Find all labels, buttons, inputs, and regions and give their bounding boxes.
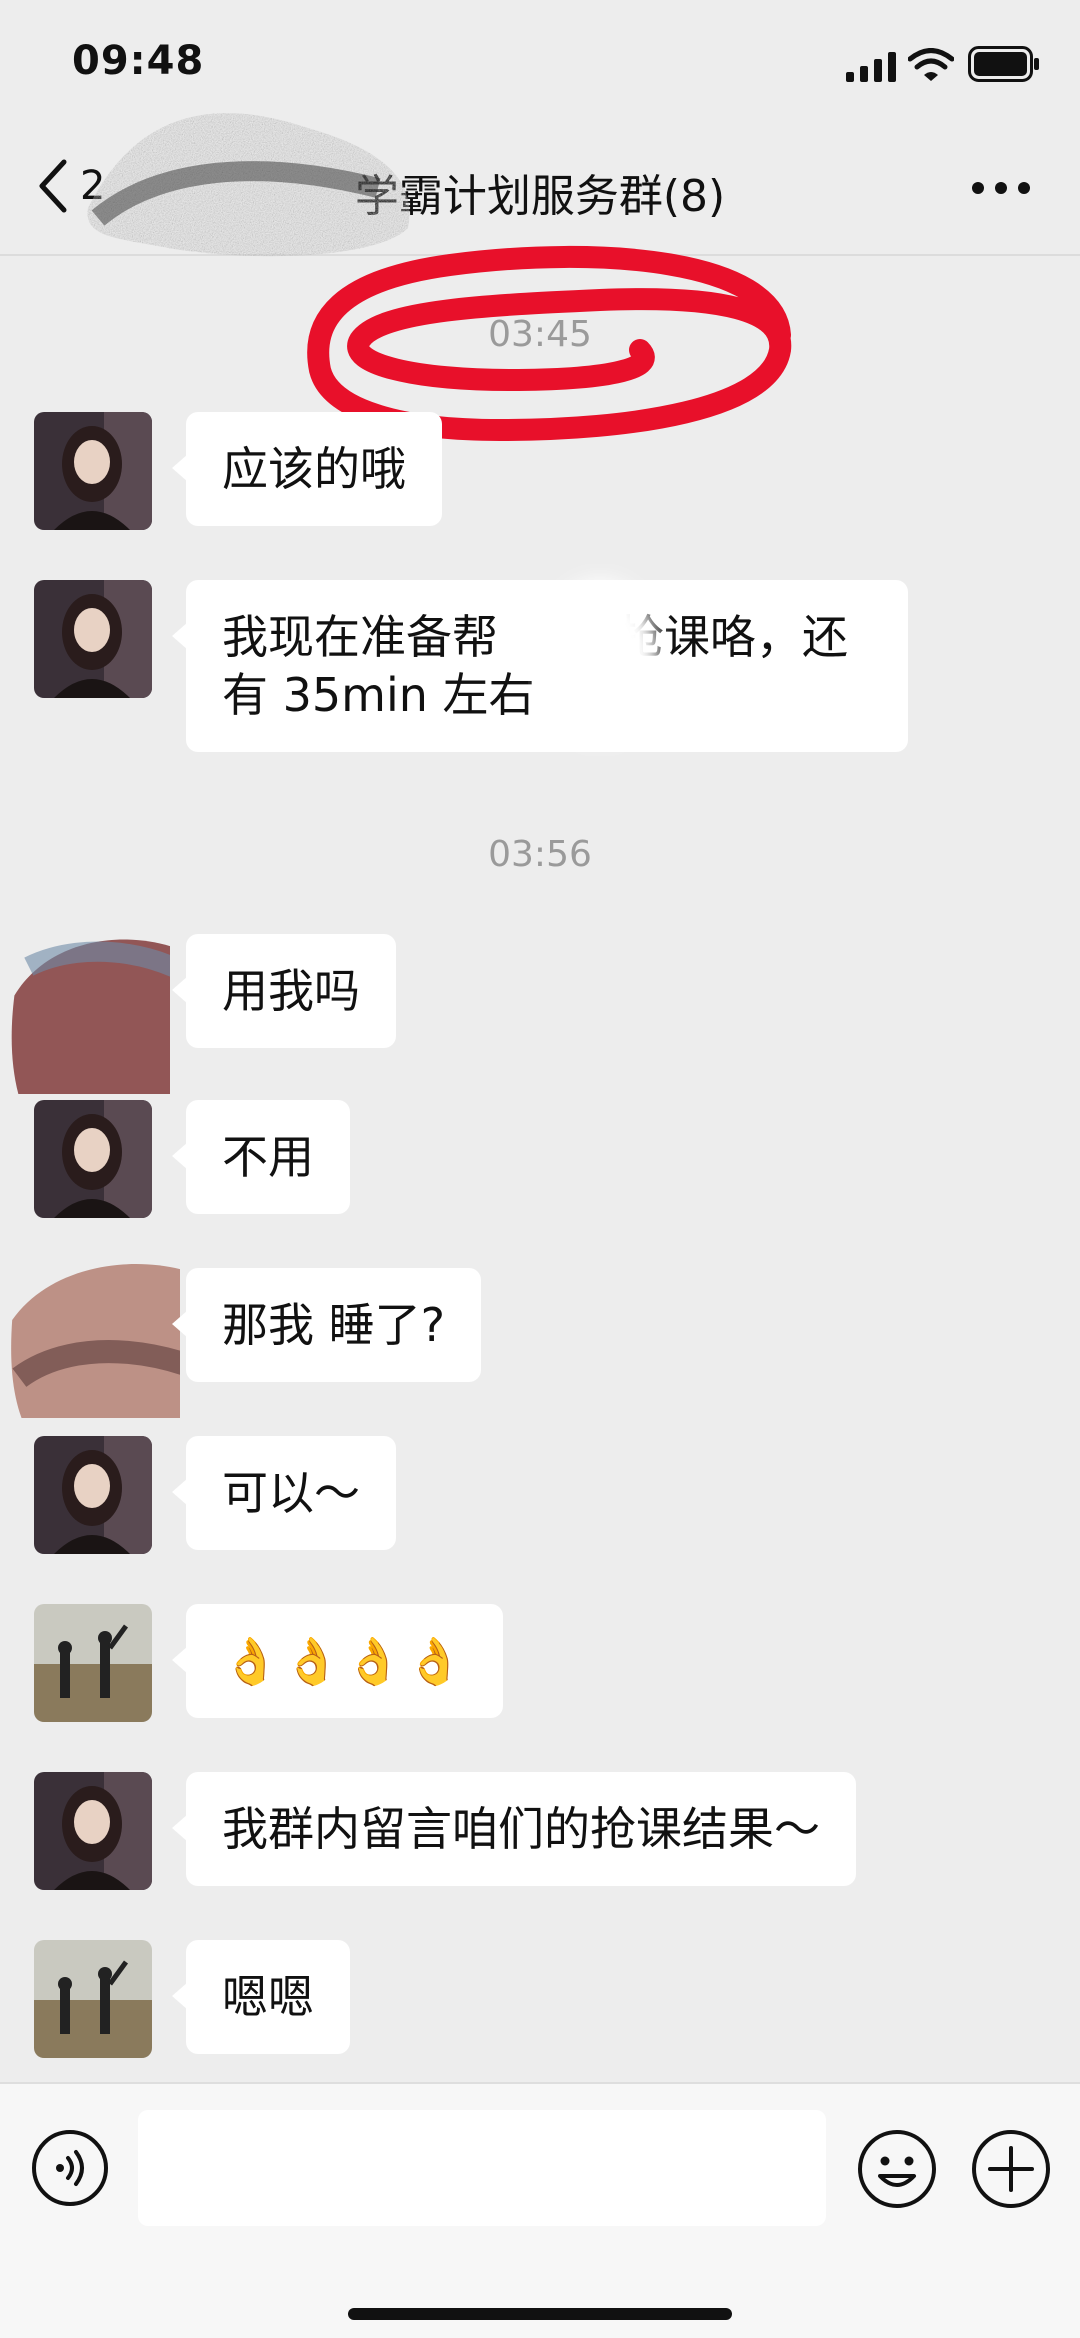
message-bubble[interactable]: 嗯嗯 xyxy=(172,1940,350,2054)
home-indicator[interactable] xyxy=(348,2308,732,2320)
plus-icon[interactable] xyxy=(970,2128,1052,2210)
avatar-woman-icon[interactable] xyxy=(34,1772,152,1890)
message-bubble[interactable]: 不用 xyxy=(172,1100,350,1214)
avatar-woman-icon[interactable] xyxy=(34,1436,152,1554)
message-input[interactable] xyxy=(138,2110,826,2226)
blur-redaction xyxy=(540,580,660,740)
status-time: 09:48 xyxy=(72,38,205,84)
avatar-beach-icon[interactable] xyxy=(34,1940,152,2058)
wifi-icon xyxy=(908,48,954,81)
message-bubble[interactable]: 用我吗 xyxy=(172,934,396,1048)
avatar-woman-icon[interactable] xyxy=(34,1100,152,1218)
avatar-woman-icon[interactable] xyxy=(34,580,152,698)
timestamp: 03:56 xyxy=(488,834,592,875)
more-icon[interactable] xyxy=(970,176,1032,200)
voice-icon[interactable] xyxy=(30,2128,110,2208)
message-bubble[interactable]: 👌👌👌👌 xyxy=(171,1604,504,1718)
avatar-beach-icon[interactable] xyxy=(34,1604,152,1722)
message-bubble[interactable]: 那我 睡了? xyxy=(171,1268,482,1382)
battery-icon xyxy=(968,46,1039,82)
emoji-icon[interactable] xyxy=(856,2128,938,2210)
signal-icon xyxy=(846,52,896,82)
avatar-woman-icon[interactable] xyxy=(34,412,152,530)
avatar-redacted-icon[interactable] xyxy=(0,894,170,1094)
message-bubble[interactable]: 可以～ xyxy=(172,1436,396,1550)
chevron-left-icon xyxy=(39,159,67,213)
message-bubble[interactable]: 应该的哦 xyxy=(172,412,442,526)
message-bubble[interactable]: 我群内留言咱们的抢课结果～ xyxy=(172,1772,856,1886)
avatar-redacted-icon[interactable] xyxy=(0,1248,180,1418)
input-bar xyxy=(0,2082,1080,2338)
